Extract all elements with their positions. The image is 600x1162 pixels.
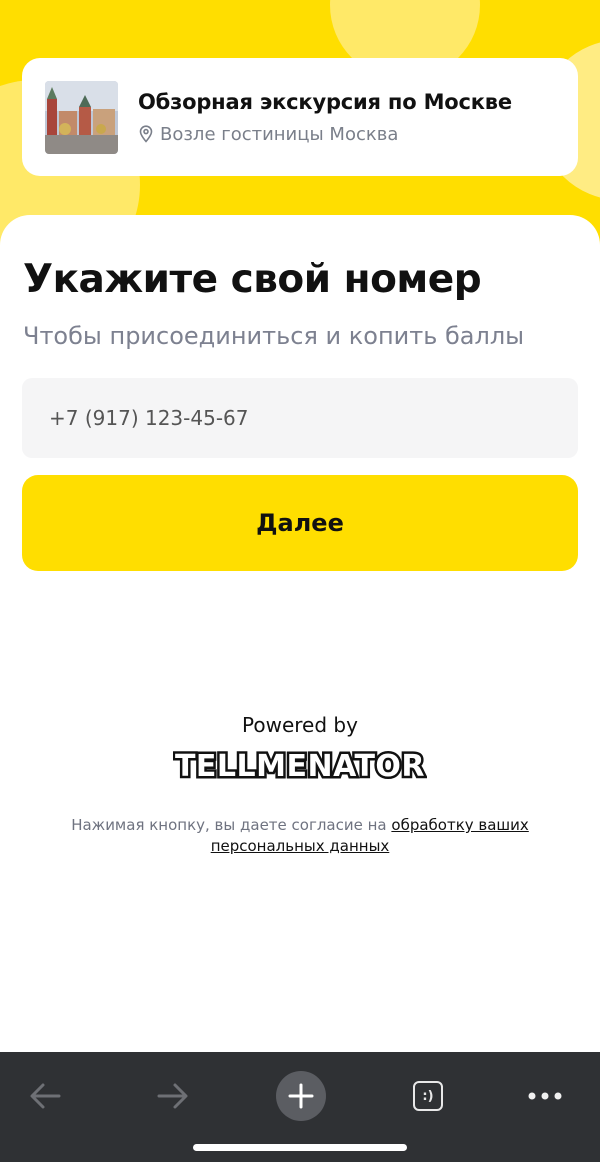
home-indicator <box>193 1144 407 1151</box>
arrow-left-icon <box>30 1083 61 1109</box>
tour-card[interactable]: Обзорная экскурсия по Москве Возле гости… <box>22 58 578 176</box>
back-button[interactable] <box>20 1064 70 1128</box>
tour-title: Обзорная экскурсия по Москве <box>138 89 512 114</box>
phone-form-sheet: Укажите свой номер Чтобы присоединиться … <box>0 215 600 1052</box>
tabs-button[interactable]: :) <box>403 1064 453 1128</box>
plus-icon <box>288 1083 314 1109</box>
menu-button[interactable] <box>520 1064 570 1128</box>
consent-text: Нажимая кнопку, вы даете согласие на обр… <box>60 815 540 857</box>
phone-input[interactable] <box>22 378 578 458</box>
next-button[interactable]: Далее <box>22 475 578 571</box>
svg-text:TELLMENATOR: TELLMENATOR <box>175 749 425 784</box>
page-title: Укажите свой номер <box>23 257 482 302</box>
new-tab-button[interactable] <box>275 1064 327 1128</box>
tabs-icon: :) <box>413 1081 443 1111</box>
tellmenator-logo: TELLMENATOR <box>173 747 427 786</box>
powered-by-label: Powered by <box>242 713 358 737</box>
tour-thumbnail <box>45 80 118 154</box>
arrow-right-icon <box>157 1083 188 1109</box>
consent-prefix: Нажимая кнопку, вы даете согласие на <box>71 816 392 834</box>
page-subtitle: Чтобы присоединиться и копить баллы <box>23 322 525 350</box>
more-dots-icon <box>528 1092 562 1100</box>
location-pin-icon <box>139 125 153 143</box>
tour-location-text: Возле гостиницы Москва <box>160 123 399 145</box>
tour-location: Возле гостиницы Москва <box>138 124 512 145</box>
browser-toolbar: :) <box>0 1052 600 1162</box>
forward-button[interactable] <box>148 1064 198 1128</box>
